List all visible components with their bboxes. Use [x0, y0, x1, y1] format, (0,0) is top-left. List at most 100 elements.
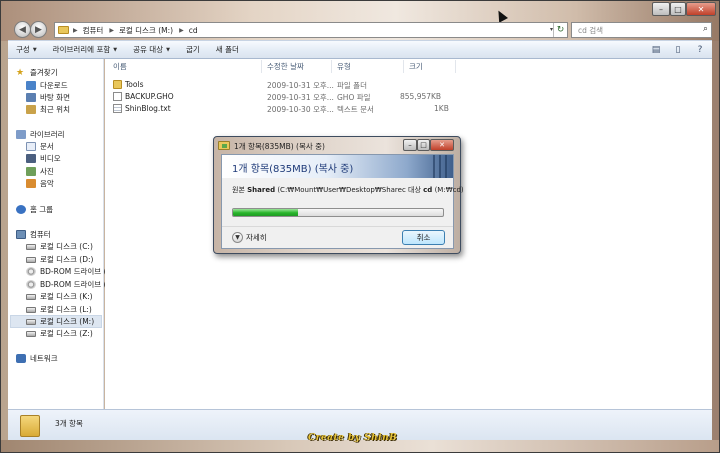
nav-label: BD-ROM 드라이브 ( — [40, 267, 107, 276]
drive-icon — [26, 243, 36, 250]
folder-icon — [113, 80, 122, 89]
toolbar-label: 구성 — [16, 45, 30, 54]
file-modified: 2009-10-30 오후... — [267, 105, 334, 114]
column-divider[interactable] — [331, 60, 332, 73]
view-options-icon[interactable]: ▤ — [648, 43, 664, 57]
chevron-right-icon: ▶ — [73, 26, 78, 34]
drive-icon — [26, 330, 36, 337]
include-in-library-menu[interactable]: 라이브러리에 포함 ▼ — [53, 44, 117, 55]
more-details-button[interactable]: ▼ 자세히 — [232, 232, 267, 243]
nav-item-bdrom-1[interactable]: BD-ROM 드라이브 ( — [26, 266, 107, 277]
videos-icon — [26, 154, 36, 163]
forward-button[interactable]: ▶ — [30, 21, 47, 38]
header-decoration — [429, 155, 447, 178]
back-button[interactable]: ◀ — [14, 21, 31, 38]
dialog-minimize-button[interactable]: – — [403, 139, 417, 151]
nav-item-documents[interactable]: 문서 — [26, 141, 54, 152]
column-header-modified[interactable]: 수정한 날짜 — [267, 59, 304, 74]
burn-button[interactable]: 굽기 — [186, 44, 200, 55]
search-placeholder: cd 검색 — [578, 25, 604, 35]
breadcrumb-cd[interactable]: ▶ cd — [179, 26, 198, 35]
command-toolbar: 구성 ▼ 라이브러리에 포함 ▼ 공유 대상 ▼ 굽기 새 폴더 ▤ ▯ ? — [8, 40, 712, 59]
help-icon[interactable]: ? — [692, 43, 708, 57]
nav-label: 로컬 디스크 (Z:) — [40, 329, 93, 338]
column-divider[interactable] — [455, 60, 456, 73]
breadcrumb-label: 컴퓨터 — [82, 25, 104, 35]
share-with-menu[interactable]: 공유 대상 ▼ — [133, 44, 170, 55]
column-header-name[interactable]: 이름 — [113, 59, 127, 74]
dialog-heading: 1개 항목(835MB) (복사 중) — [232, 164, 354, 175]
favorites-header[interactable]: ★ 즐겨찾기 — [16, 67, 58, 78]
table-row[interactable]: BACKUP.GHO 2009-10-31 오후... GHO 파일 855,9… — [113, 91, 453, 103]
organize-menu[interactable]: 구성 ▼ — [16, 44, 37, 55]
nav-item-drive-c[interactable]: 로컬 디스크 (C:) — [26, 241, 93, 252]
more-details-label: 자세히 — [246, 233, 267, 242]
file-type: 텍스트 문서 — [337, 105, 374, 114]
file-type: GHO 파일 — [337, 93, 371, 102]
nav-item-downloads[interactable]: 다운로드 — [26, 80, 68, 91]
nav-label: 로컬 디스크 (M:) — [40, 317, 95, 326]
maximize-button[interactable]: □ — [670, 2, 686, 16]
nav-item-recent[interactable]: 최근 위치 — [26, 104, 70, 115]
breadcrumb-computer[interactable]: ▶ 컴퓨터 — [73, 25, 103, 36]
nav-item-bdrom-2[interactable]: BD-ROM 드라이브 ( — [26, 279, 107, 290]
file-size: 1KB — [434, 104, 449, 113]
drive-icon — [26, 293, 36, 300]
nav-item-videos[interactable]: 비디오 — [26, 153, 61, 164]
nav-label: 로컬 디스크 (C:) — [40, 242, 93, 251]
column-header-size[interactable]: 크기 — [409, 59, 423, 74]
network-header[interactable]: 네트워크 — [16, 353, 58, 364]
drive-icon — [26, 306, 36, 313]
column-divider[interactable] — [403, 60, 404, 73]
minimize-button[interactable]: – — [652, 2, 670, 16]
preview-pane-icon[interactable]: ▯ — [670, 43, 686, 57]
source-name[interactable]: Shared — [247, 186, 275, 194]
table-row[interactable]: ShinBlog.txt 2009-10-30 오후... 텍스트 문서 1KB — [113, 103, 453, 115]
libraries-header[interactable]: 라이브러리 — [16, 129, 65, 140]
nav-label: 다운로드 — [40, 81, 68, 90]
toolbar-label: 굽기 — [185, 45, 200, 54]
dialog-close-button[interactable]: ✕ — [430, 139, 454, 151]
breadcrumb-drive-m[interactable]: ▶ 로컬 디스크 (M:) — [109, 25, 173, 36]
nav-label: 바탕 화면 — [40, 93, 70, 102]
drive-icon — [26, 318, 36, 325]
folder-icon — [58, 26, 69, 34]
destination-path: (M:₩cd) — [434, 186, 464, 194]
cancel-button[interactable]: 취소 — [402, 230, 445, 245]
dialog-maximize-button[interactable]: □ — [417, 139, 430, 151]
nav-item-drive-z[interactable]: 로컬 디스크 (Z:) — [26, 328, 93, 339]
nav-label: 사진 — [40, 167, 54, 176]
nav-item-desktop[interactable]: 바탕 화면 — [26, 92, 70, 103]
column-divider[interactable] — [261, 60, 262, 73]
chevron-down-icon: ▼ — [113, 46, 118, 53]
file-name: Tools — [125, 80, 144, 89]
file-modified: 2009-10-31 오후... — [267, 93, 334, 102]
search-icon[interactable]: ⌕ — [703, 24, 708, 34]
nav-item-drive-l[interactable]: 로컬 디스크 (L:) — [26, 304, 92, 315]
nav-item-drive-m[interactable]: 로컬 디스크 (M:) — [10, 315, 102, 328]
address-bar[interactable]: ▶ 컴퓨터 ▶ 로컬 디스크 (M:) ▶ cd ▾ ↻ — [54, 22, 568, 38]
close-button[interactable]: ✕ — [686, 2, 716, 16]
new-folder-button[interactable]: 새 폴더 — [216, 44, 239, 55]
homegroup-icon — [16, 205, 26, 214]
nav-label: 로컬 디스크 (K:) — [40, 292, 93, 301]
star-icon: ★ — [16, 67, 25, 78]
dialog-body: 1개 항목(835MB) (복사 중) 원본 Shared (C:₩Mount₩… — [221, 154, 464, 249]
computer-header[interactable]: 컴퓨터 — [16, 229, 51, 240]
file-name: ShinBlog.txt — [125, 104, 171, 113]
pictures-icon — [26, 167, 36, 176]
homegroup-header[interactable]: 홈 그룹 — [16, 204, 53, 215]
nav-label: 홈 그룹 — [30, 205, 54, 214]
file-type: 파일 폴더 — [337, 81, 367, 90]
destination-name[interactable]: cd — [423, 186, 432, 194]
table-row[interactable]: Tools 2009-10-31 오후... 파일 폴더 — [113, 79, 453, 91]
nav-label: 문서 — [40, 142, 54, 151]
nav-item-drive-k[interactable]: 로컬 디스크 (K:) — [26, 291, 93, 302]
nav-item-pictures[interactable]: 사진 — [26, 166, 54, 177]
nav-item-music[interactable]: 음악 — [26, 178, 54, 189]
nav-item-drive-d[interactable]: 로컬 디스크 (D:) — [26, 254, 93, 265]
nav-label: 음악 — [40, 179, 54, 188]
search-input[interactable]: cd 검색 ⌕ — [571, 22, 712, 38]
column-header-type[interactable]: 유형 — [337, 59, 351, 74]
refresh-icon[interactable]: ↻ — [553, 23, 567, 37]
